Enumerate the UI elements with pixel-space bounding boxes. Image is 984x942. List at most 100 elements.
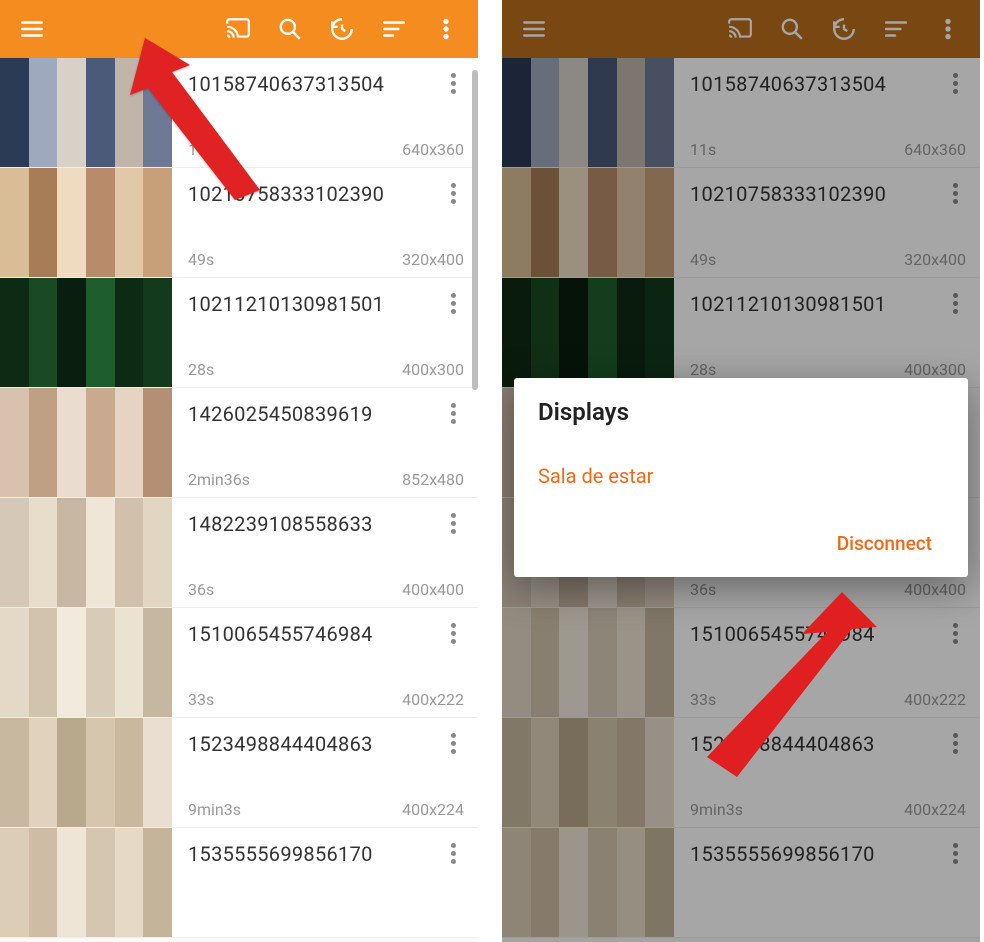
cast-icon[interactable] <box>214 5 262 53</box>
video-thumbnail[interactable] <box>0 498 172 607</box>
video-thumbnail[interactable] <box>0 58 172 167</box>
cast-icon[interactable] <box>716 5 764 53</box>
video-info: 151006545574698433s400x222 <box>172 608 478 717</box>
video-list: 1015874063731350411s640x3601021075833310… <box>0 58 478 938</box>
video-thumbnail[interactable] <box>502 828 674 937</box>
overflow-icon[interactable] <box>422 5 470 53</box>
video-duration: 49s <box>690 250 716 269</box>
video-duration: 9min3s <box>188 800 241 819</box>
video-meta: 28s 400x300 <box>188 360 464 379</box>
item-overflow-icon[interactable] <box>940 68 970 98</box>
video-thumbnail[interactable] <box>0 718 172 827</box>
video-duration: 28s <box>188 360 214 379</box>
video-title: 10210758333102390 <box>690 182 966 206</box>
sort-icon[interactable] <box>872 5 920 53</box>
item-overflow-icon[interactable] <box>438 508 468 538</box>
video-title: 1482239108558633 <box>188 512 464 536</box>
video-meta: 28s400x300 <box>690 360 966 379</box>
video-item[interactable]: 15234988444048639min3s400x224 <box>502 718 980 828</box>
video-thumbnail[interactable] <box>0 828 172 937</box>
video-info: 1021075833310239049s320x400 <box>172 168 478 277</box>
video-thumbnail[interactable] <box>502 58 674 167</box>
video-item[interactable]: 1015874063731350411s640x360 <box>0 58 478 168</box>
item-overflow-icon[interactable] <box>940 728 970 758</box>
app-toolbar <box>502 0 980 58</box>
video-item[interactable]: 1482239108558633 36s 400x400 <box>0 498 478 608</box>
video-meta: 49s 320x400 <box>690 250 966 269</box>
item-overflow-icon[interactable] <box>438 178 468 208</box>
disconnect-button[interactable]: Disconnect <box>825 524 944 563</box>
item-overflow-icon[interactable] <box>438 618 468 648</box>
video-resolution: 400x300 <box>904 360 966 379</box>
video-info: 15234988444048639min3s400x224 <box>674 718 980 827</box>
video-title: 1510065455746984 <box>690 622 966 646</box>
video-info: 15234988444048639min3s400x224 <box>172 718 478 827</box>
video-item[interactable]: 1426025450839619 2min36s852x480 <box>0 388 478 498</box>
video-title: 1535555699856170 <box>690 842 966 866</box>
video-duration: 36s <box>188 580 214 599</box>
item-overflow-icon[interactable] <box>940 618 970 648</box>
history-icon[interactable] <box>318 5 366 53</box>
video-item[interactable]: 1535555699856170 <box>0 828 478 938</box>
video-resolution: 320x400 <box>904 250 966 269</box>
video-duration: 33s <box>690 690 716 709</box>
video-item[interactable]: 15234988444048639min3s400x224 <box>0 718 478 828</box>
video-title: 1426025450839619 <box>188 402 464 426</box>
item-overflow-icon[interactable] <box>438 728 468 758</box>
video-resolution: 400x300 <box>402 360 464 379</box>
menu-icon[interactable] <box>510 5 558 53</box>
video-item[interactable]: 1535555699856170 <box>502 828 980 938</box>
video-duration: 36s <box>690 580 716 599</box>
video-resolution: 320x400 <box>402 250 464 269</box>
video-thumbnail[interactable] <box>502 718 674 827</box>
menu-icon[interactable] <box>8 5 56 53</box>
video-meta: 9min3s400x224 <box>188 800 464 819</box>
video-thumbnail[interactable] <box>0 608 172 717</box>
video-title: 1535555699856170 <box>188 842 464 866</box>
app-toolbar <box>0 0 478 58</box>
item-overflow-icon[interactable] <box>940 178 970 208</box>
sort-icon[interactable] <box>370 5 418 53</box>
item-overflow-icon[interactable] <box>438 838 468 868</box>
scrollbar[interactable] <box>472 70 478 390</box>
video-thumbnail[interactable] <box>0 278 172 387</box>
video-duration: 2min36s <box>188 470 250 489</box>
video-info: 1015874063731350411s640x360 <box>172 58 478 167</box>
video-thumbnail[interactable] <box>502 168 674 277</box>
item-overflow-icon[interactable] <box>438 398 468 428</box>
video-thumbnail[interactable] <box>0 388 172 497</box>
dialog-actions: Disconnect <box>538 524 944 563</box>
video-item[interactable]: 1021075833310239049s320x400 <box>0 168 478 278</box>
item-overflow-icon[interactable] <box>438 288 468 318</box>
history-icon[interactable] <box>820 5 868 53</box>
video-item[interactable]: 1021121013098150128s400x300 <box>0 278 478 388</box>
video-item[interactable]: 10210758333102390 49s 320x400 <box>502 168 980 278</box>
video-title: 10211210130981501 <box>690 292 966 316</box>
video-meta: 11s640x360 <box>690 140 966 159</box>
video-title: 10158740637313504 <box>690 72 966 96</box>
video-item[interactable]: 151006545574698433s400x222 <box>0 608 478 718</box>
video-thumbnail[interactable] <box>502 608 674 717</box>
video-item[interactable]: 1510065455746984 33s400x222 <box>502 608 980 718</box>
video-meta: 2min36s852x480 <box>188 470 464 489</box>
search-icon[interactable] <box>266 5 314 53</box>
video-item[interactable]: 10158740637313504 11s640x360 <box>502 58 980 168</box>
video-thumbnail[interactable] <box>502 278 674 387</box>
video-resolution: 400x400 <box>402 580 464 599</box>
video-duration: 49s <box>188 250 214 269</box>
item-overflow-icon[interactable] <box>438 68 468 98</box>
search-icon[interactable] <box>768 5 816 53</box>
video-resolution: 400x400 <box>904 580 966 599</box>
video-item[interactable]: 10211210130981501 28s400x300 <box>502 278 980 388</box>
video-resolution: 400x224 <box>904 800 966 819</box>
cast-device-item[interactable]: Sala de estar <box>538 456 944 496</box>
video-info: 1510065455746984 33s400x222 <box>674 608 980 717</box>
video-thumbnail[interactable] <box>0 168 172 277</box>
item-overflow-icon[interactable] <box>940 838 970 868</box>
item-overflow-icon[interactable] <box>940 288 970 318</box>
video-meta: 33s400x222 <box>690 690 966 709</box>
video-duration: 33s <box>188 690 214 709</box>
video-title: 10158740637313504 <box>188 72 464 96</box>
overflow-icon[interactable] <box>924 5 972 53</box>
video-title: 1510065455746984 <box>188 622 464 646</box>
